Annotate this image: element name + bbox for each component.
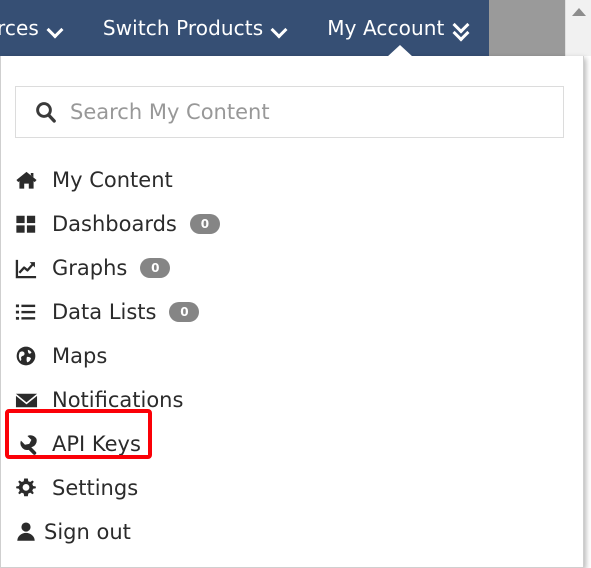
menu-item-label: Maps <box>52 344 108 368</box>
menu-item-label: Data Lists <box>52 300 157 324</box>
navbar-empty-area <box>489 0 565 56</box>
chevron-down-icon <box>48 24 63 33</box>
menu-item-label: Graphs <box>52 256 128 280</box>
menu-item-data-lists[interactable]: Data Lists 0 <box>15 290 415 334</box>
menu-item-label: My Content <box>52 168 173 192</box>
nav-item-label: rces <box>0 16 39 40</box>
menu-item-label: Sign out <box>44 520 131 544</box>
chevron-down-icon <box>272 24 287 33</box>
page-root: rces Switch Products My Account Search M… <box>0 0 591 568</box>
menu-item-my-content[interactable]: My Content <box>15 158 415 202</box>
menu-item-label: API Keys <box>52 432 141 456</box>
search-input[interactable] <box>70 100 550 124</box>
menu-item-label: Settings <box>52 476 139 500</box>
menu-item-badge: 0 <box>169 302 200 322</box>
menu-item-maps[interactable]: Maps <box>15 334 415 378</box>
nav-item-label: Switch Products <box>102 16 264 40</box>
menu-item-settings[interactable]: Settings <box>15 466 415 510</box>
navbar-items: rces Switch Products My Account <box>0 0 489 56</box>
top-navbar: rces Switch Products My Account <box>0 0 489 56</box>
nav-item-label: My Account <box>327 16 445 40</box>
menu-item-label: Dashboards <box>52 212 177 236</box>
account-menu: My Content Dashboards 0 Graphs 0 Data Li… <box>15 158 415 554</box>
menu-item-badge: 0 <box>140 258 171 278</box>
grid-icon <box>15 212 41 236</box>
nav-item-resources[interactable]: rces <box>0 0 83 56</box>
my-account-dropdown-panel: My Content Dashboards 0 <box>0 56 584 568</box>
dropdown-caret-icon <box>387 45 413 57</box>
menu-item-api-keys[interactable]: API Keys <box>15 422 415 466</box>
globe-icon <box>15 344 41 368</box>
triangle-up-icon[interactable] <box>571 8 586 16</box>
menu-item-notifications[interactable]: Notifications <box>15 378 415 422</box>
envelope-icon <box>15 388 41 412</box>
gear-icon <box>15 476 41 500</box>
search-icon <box>34 100 58 124</box>
menu-item-badge: 0 <box>189 214 220 234</box>
wrench-icon <box>15 432 41 456</box>
home-icon <box>15 168 41 192</box>
user-icon <box>15 520 41 544</box>
line-chart-icon <box>15 256 41 280</box>
search-box[interactable] <box>15 86 564 138</box>
menu-item-dashboards[interactable]: Dashboards 0 <box>15 202 415 246</box>
page-scrollbar[interactable] <box>565 0 591 56</box>
menu-item-graphs[interactable]: Graphs 0 <box>15 246 415 290</box>
menu-item-sign-out[interactable]: Sign out <box>15 510 415 554</box>
double-chevron-down-icon <box>453 19 470 38</box>
list-icon <box>15 300 41 324</box>
nav-item-switch-products[interactable]: Switch Products <box>83 0 307 56</box>
menu-item-label: Notifications <box>52 388 184 412</box>
